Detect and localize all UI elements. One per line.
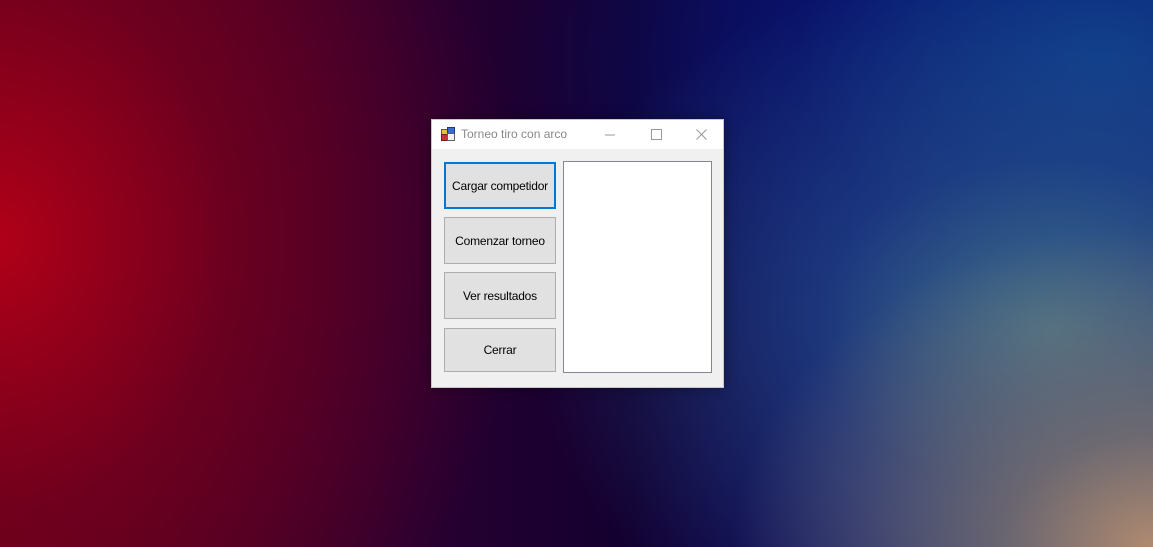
maximize-icon [650,129,662,140]
ver-resultados-button[interactable]: Ver resultados [444,272,556,319]
maximize-button[interactable] [633,120,679,149]
close-button[interactable] [678,120,724,149]
app-icon [441,127,455,141]
cargar-competidor-button[interactable]: Cargar competidor [444,162,556,209]
app-window: Torneo tiro con arco Cargar competidor C… [431,119,724,388]
minimize-icon [605,134,615,135]
cerrar-button[interactable]: Cerrar [444,328,556,372]
competitors-listbox[interactable] [563,161,712,373]
close-icon [695,129,707,140]
title-bar[interactable]: Torneo tiro con arco [432,120,723,149]
minimize-button[interactable] [587,120,633,149]
comenzar-torneo-button[interactable]: Comenzar torneo [444,217,556,264]
window-title: Torneo tiro con arco [461,127,568,141]
